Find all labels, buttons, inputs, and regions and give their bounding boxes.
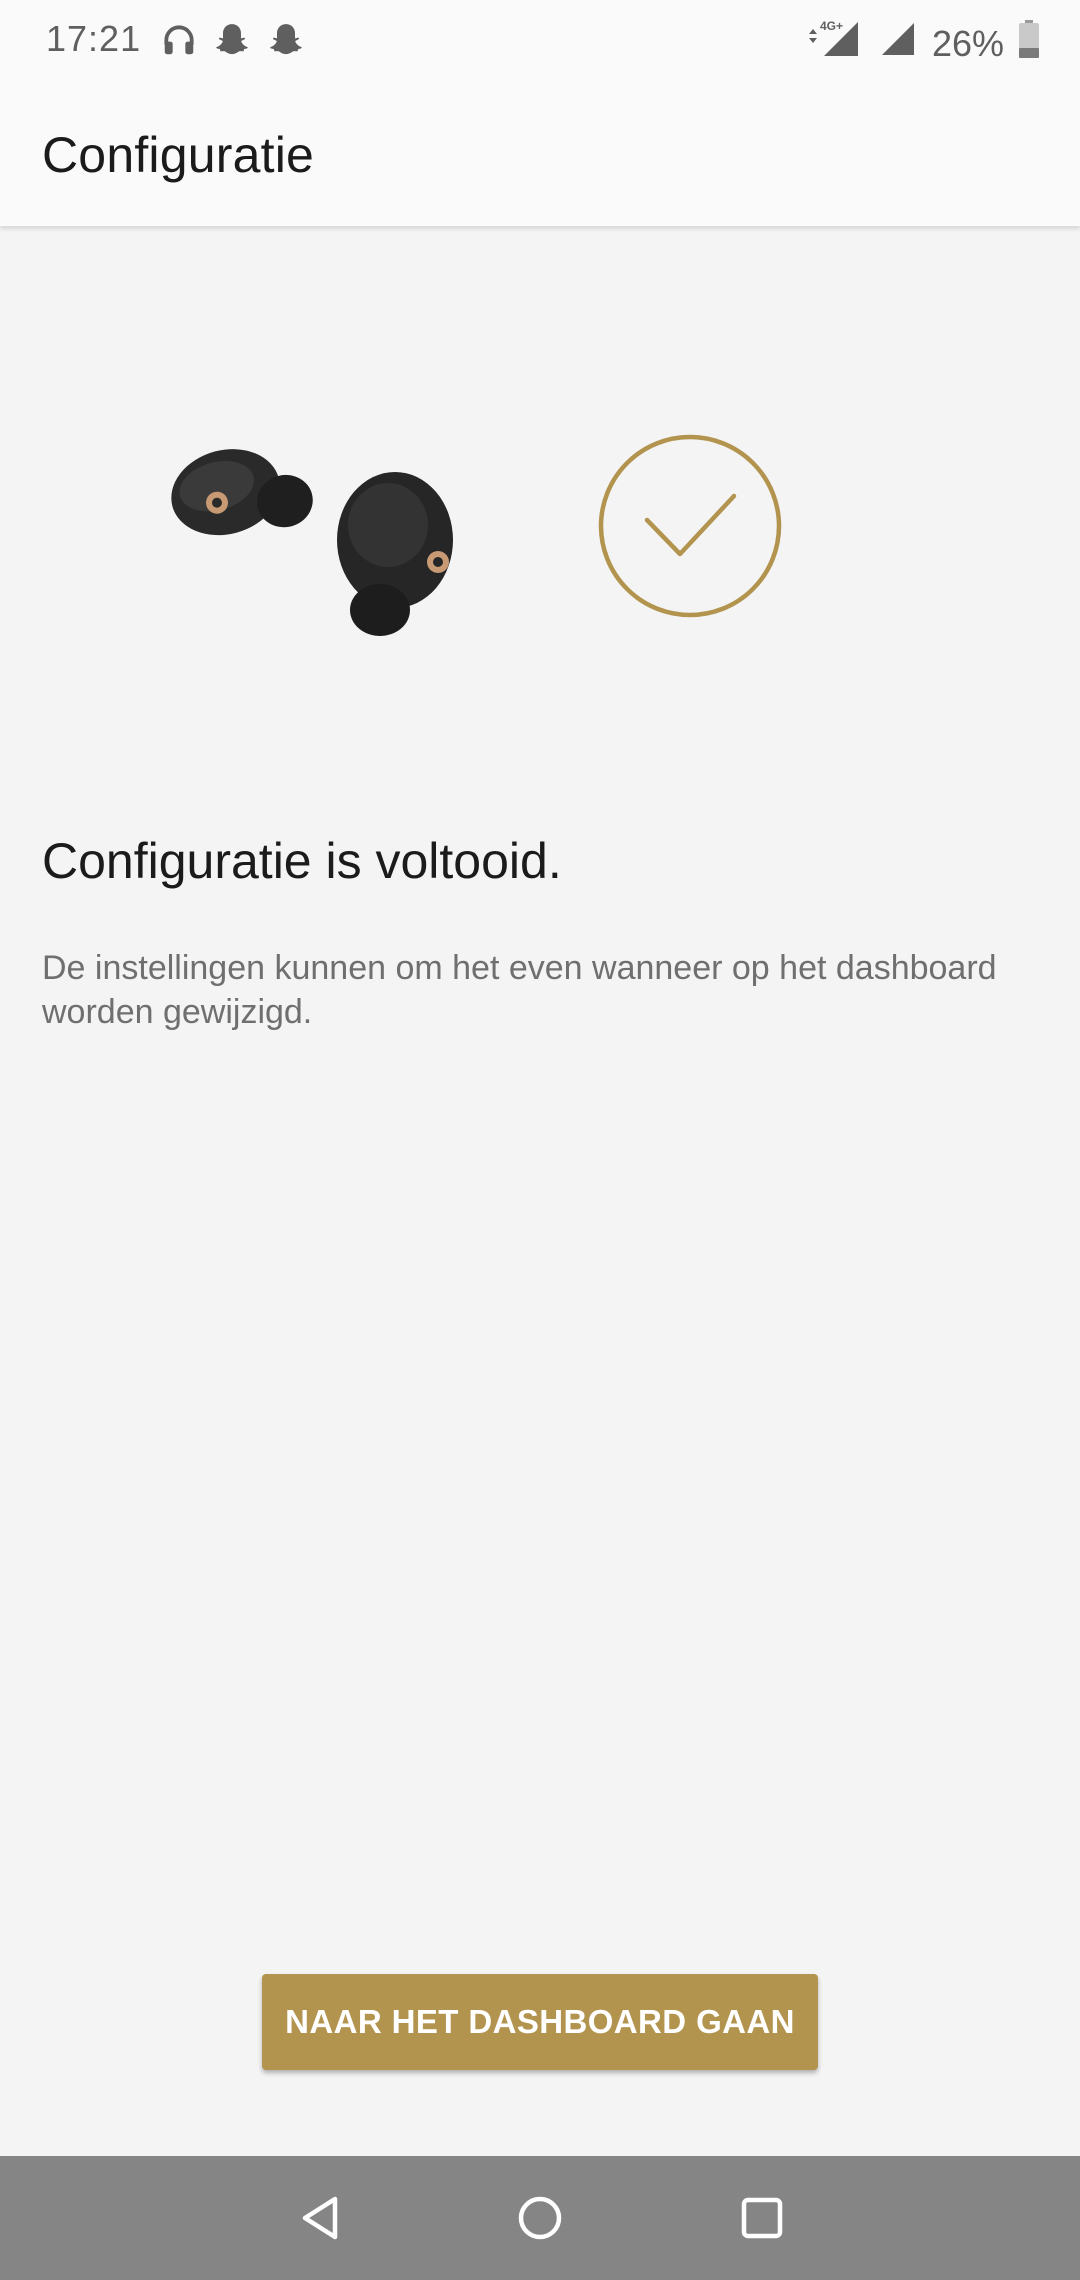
completion-headline: Configuratie is voltooid. [42,833,562,889]
go-to-dashboard-button[interactable]: NAAR HET DASHBOARD GAAN [262,1974,818,2070]
snapchat-icon [212,20,252,69]
setup-complete-screen: 17:21 4G+ 26% Configuratie Configuratie … [0,0,1080,2280]
home-icon [518,2196,562,2240]
back-button[interactable] [288,2186,352,2250]
status-time: 17:21 [46,18,142,59]
status-system-icons: 4G+ 26% [806,18,1040,69]
back-icon [302,2196,338,2240]
status-notification-icons [160,20,306,69]
snapchat-icon [266,20,306,69]
earbuds-image [171,434,782,636]
completion-description: De instellingen kunnen om het even wanne… [42,949,997,1031]
recents-icon [741,2197,783,2239]
page-title: Configuratie [42,127,315,183]
navigation-bar [0,2156,1080,2280]
mobile-data-icon: 4G+ [806,18,864,69]
battery-percentage: 26% [931,22,1004,64]
signal-icon [878,19,918,68]
battery-icon [1018,19,1040,68]
app-bar: Configuratie [0,80,1080,226]
recents-button[interactable] [730,2186,794,2250]
setup-illustration [130,420,950,660]
checkmark-icon [598,434,782,618]
network-type-label: 4G+ [820,19,843,33]
home-button[interactable] [508,2186,572,2250]
status-bar: 17:21 4G+ 26% [0,0,1080,80]
headphones-icon [160,21,198,68]
